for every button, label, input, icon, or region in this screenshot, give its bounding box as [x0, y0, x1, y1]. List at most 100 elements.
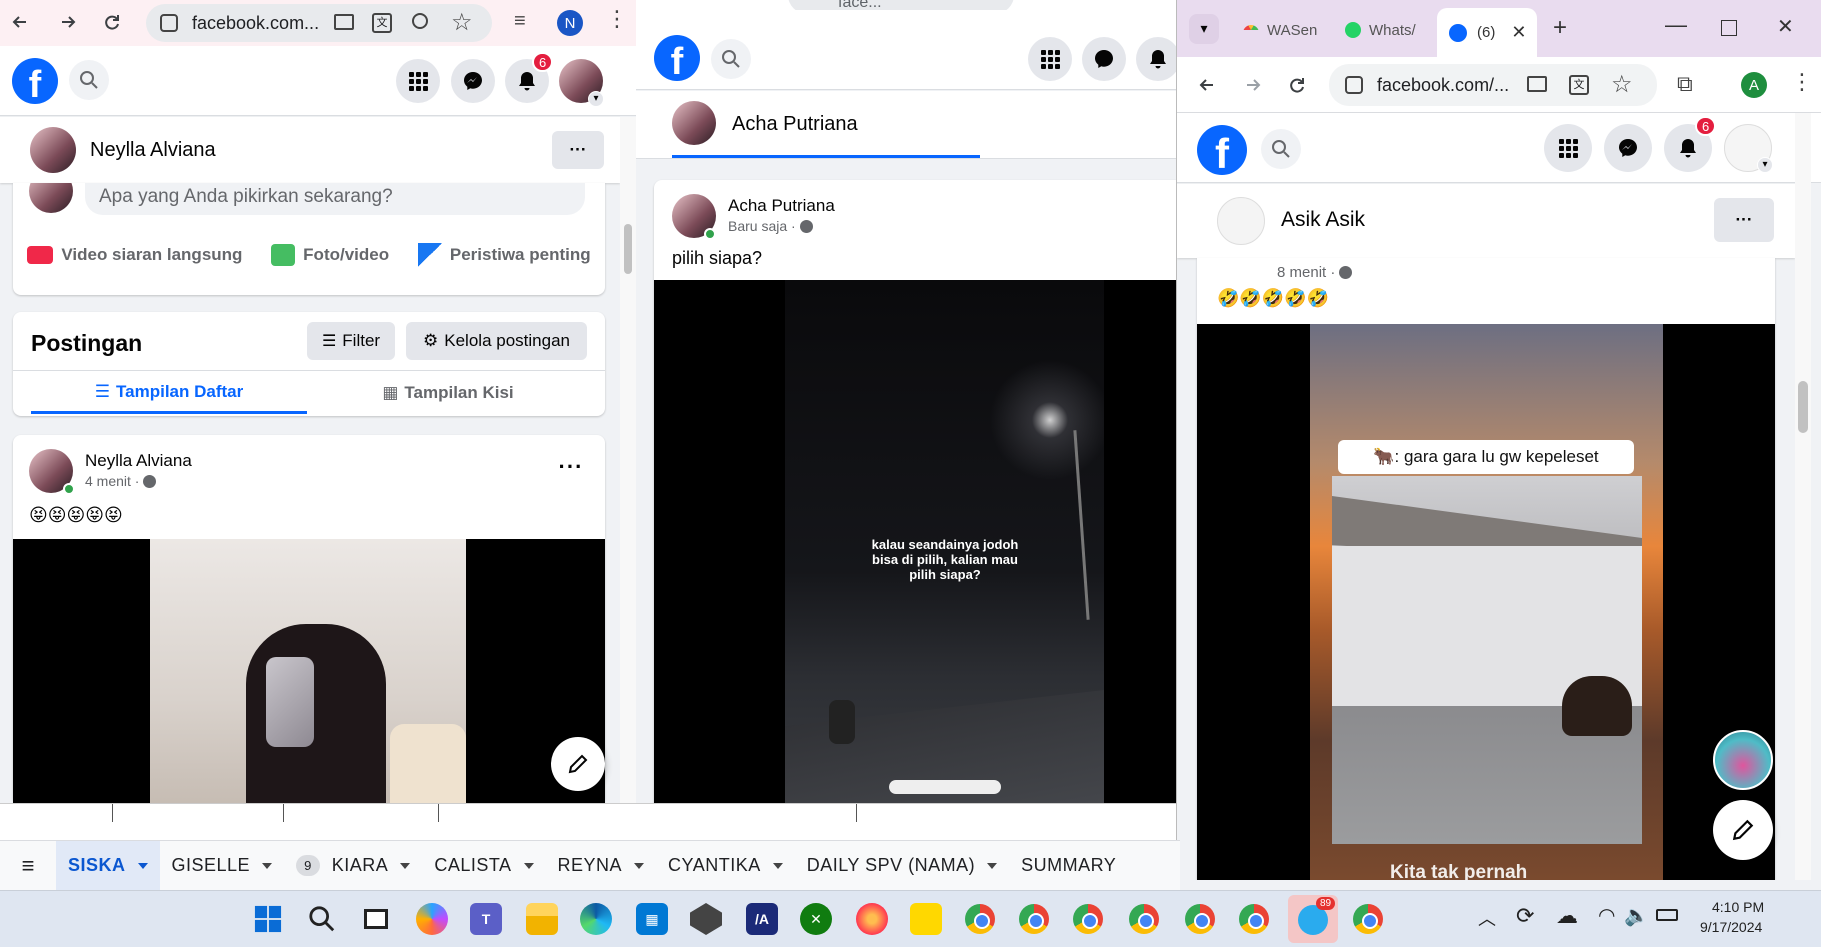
chrome-profile-3-icon[interactable] [1072, 903, 1104, 935]
live-video-action[interactable]: Video siaran langsung [27, 243, 242, 267]
search-button[interactable] [69, 60, 109, 100]
chevron-down-icon[interactable]: ▾ [1757, 157, 1773, 173]
left-page-scrollbar[interactable] [620, 117, 636, 803]
post-video[interactable]: 🐂: gara gara lu gw kepeleset Kita tak pe… [1197, 324, 1775, 880]
bookmark-star-icon[interactable]: ☆ [1611, 70, 1633, 99]
post-image[interactable] [13, 539, 605, 803]
messenger-button[interactable] [1604, 124, 1652, 172]
profile-avatar-small[interactable] [1217, 197, 1265, 245]
minimize-button[interactable]: — [1665, 12, 1687, 38]
translate-icon[interactable]: 文 [1569, 75, 1589, 95]
chrome-profile-6-icon[interactable] [1238, 903, 1270, 935]
profile-name[interactable]: Neylla Alviana [90, 139, 216, 162]
facebook-logo[interactable]: f [12, 58, 58, 104]
all-sheets-menu-icon[interactable]: ≡ [0, 853, 56, 879]
chrome-profile-5-icon[interactable] [1184, 903, 1216, 935]
messenger-button[interactable] [1082, 37, 1126, 81]
tab-list-view[interactable]: ☰ Tampilan Daftar [31, 372, 307, 414]
wifi-icon[interactable]: ◠ [1598, 903, 1615, 928]
media-controls-icon[interactable]: ≡ [514, 10, 526, 33]
close-tab-icon[interactable]: ✕ [1511, 22, 1526, 43]
volume-icon[interactable]: 🔈 [1624, 903, 1649, 928]
floating-contact-avatar[interactable] [1713, 730, 1773, 790]
translate-icon[interactable]: 文 [372, 13, 392, 33]
search-icon[interactable] [306, 903, 338, 935]
profile-name[interactable]: Asik Asik [1281, 208, 1365, 232]
new-message-button[interactable] [551, 737, 605, 791]
firefox-icon[interactable] [856, 903, 888, 935]
post-video[interactable]: kalau seandainya jodoh bisa di pilih, ka… [654, 280, 1176, 810]
chevron-down-icon[interactable] [137, 862, 148, 869]
file-explorer-icon[interactable] [526, 903, 558, 935]
sync-icon[interactable]: ⟳ [1516, 903, 1534, 929]
browser-menu-icon[interactable]: ⋮ [1791, 69, 1813, 95]
post-timestamp[interactable]: Baru saja · [728, 218, 813, 234]
menu-button[interactable] [1544, 124, 1592, 172]
chrome-profile-1-icon[interactable] [964, 903, 996, 935]
manage-posts-button[interactable]: ⚙ Kelola postingan [406, 322, 587, 360]
chevron-down-icon[interactable] [523, 862, 534, 869]
sheet-tab-cyantika[interactable]: CYANTIKA [656, 841, 795, 890]
life-event-action[interactable]: Peristiwa penting [417, 243, 591, 267]
composer-input[interactable]: Apa yang Anda pikirkan sekarang? [85, 183, 585, 215]
scrollbar-thumb[interactable] [624, 224, 632, 274]
profile-name[interactable]: Acha Putriana [732, 113, 858, 136]
post-timestamp[interactable]: 4 menit · [85, 473, 157, 489]
profile-avatar-small[interactable] [672, 101, 716, 145]
back-icon[interactable] [1197, 75, 1217, 95]
reload-icon[interactable] [1287, 75, 1307, 95]
facebook-logo[interactable]: f [1197, 125, 1247, 175]
forward-icon[interactable] [58, 12, 78, 32]
chevron-down-icon[interactable] [634, 862, 645, 869]
chevron-down-icon[interactable] [262, 862, 273, 869]
install-app-icon[interactable] [1527, 76, 1547, 92]
photo-video-action[interactable]: Foto/video [271, 243, 389, 267]
forward-icon[interactable] [1243, 75, 1263, 95]
tab-grid-view[interactable]: ▦ Tampilan Kisi [307, 372, 589, 414]
profile-avatar[interactable]: N [557, 10, 583, 36]
chevron-down-icon[interactable] [987, 862, 998, 869]
address-bar[interactable]: facebook.com/... 文 ☆ [1329, 64, 1657, 106]
show-hidden-icons-chevron-icon[interactable]: ︿ [1478, 905, 1496, 931]
teams-icon[interactable]: T [470, 903, 502, 935]
tab-facebook-active[interactable]: (6) ✕ [1437, 8, 1537, 57]
chrome-profile-7-icon[interactable] [1352, 903, 1384, 935]
extensions-icon[interactable]: ⧉ [1677, 71, 1693, 97]
tab-search-button[interactable]: ▾ [1189, 14, 1219, 44]
profile-avatar[interactable]: A [1741, 72, 1767, 98]
more-options-button[interactable]: ··· [552, 131, 604, 169]
post-author-name[interactable]: Acha Putriana [728, 196, 835, 216]
site-info-icon[interactable] [1345, 76, 1363, 94]
reload-icon[interactable] [102, 12, 122, 32]
menu-button[interactable] [396, 59, 440, 103]
close-window-button[interactable]: ✕ [1777, 14, 1794, 39]
post-timestamp[interactable]: 8 menit · [1277, 264, 1353, 281]
sheet-tab-giselle[interactable]: GISELLE [160, 841, 285, 890]
task-view-icon[interactable] [360, 903, 392, 935]
sheet-tab-kiara[interactable]: 9 KIARA [284, 841, 422, 890]
install-app-icon[interactable] [334, 14, 354, 30]
facebook-logo[interactable]: f [654, 35, 700, 81]
messenger-button[interactable] [451, 59, 495, 103]
telegram-button[interactable]: 89 [1288, 895, 1338, 943]
search-button[interactable] [1261, 129, 1301, 169]
onedrive-cloud-icon[interactable]: ☁ [1556, 903, 1578, 929]
dev-app-icon[interactable] [690, 903, 722, 935]
chevron-down-icon[interactable]: ▾ [588, 91, 604, 107]
scrollbar-thumb[interactable] [1798, 381, 1808, 433]
filter-button[interactable]: ☰ Filter [307, 322, 395, 360]
xbox-icon[interactable]: ✕ [800, 903, 832, 935]
site-info-icon[interactable] [160, 14, 178, 32]
post-more-button[interactable]: ··· [553, 449, 589, 485]
sheet-tab-summary[interactable]: SUMMARY [1009, 841, 1128, 890]
tab-whatsapp[interactable]: Whats/ [1335, 14, 1431, 46]
sheet-tab-reyna[interactable]: REYNA [546, 841, 657, 890]
battery-icon[interactable] [1656, 909, 1678, 921]
copilot-icon[interactable] [416, 903, 448, 935]
clock-time[interactable]: 4:10 PM [1712, 899, 1764, 915]
chrome-profile-4-icon[interactable] [1128, 903, 1160, 935]
clock-date[interactable]: 9/17/2024 [1700, 919, 1762, 935]
browser-menu-icon[interactable]: ⋮ [606, 6, 628, 32]
edge-icon[interactable] [580, 903, 612, 935]
sheet-tab-siska[interactable]: SISKA [56, 841, 160, 890]
